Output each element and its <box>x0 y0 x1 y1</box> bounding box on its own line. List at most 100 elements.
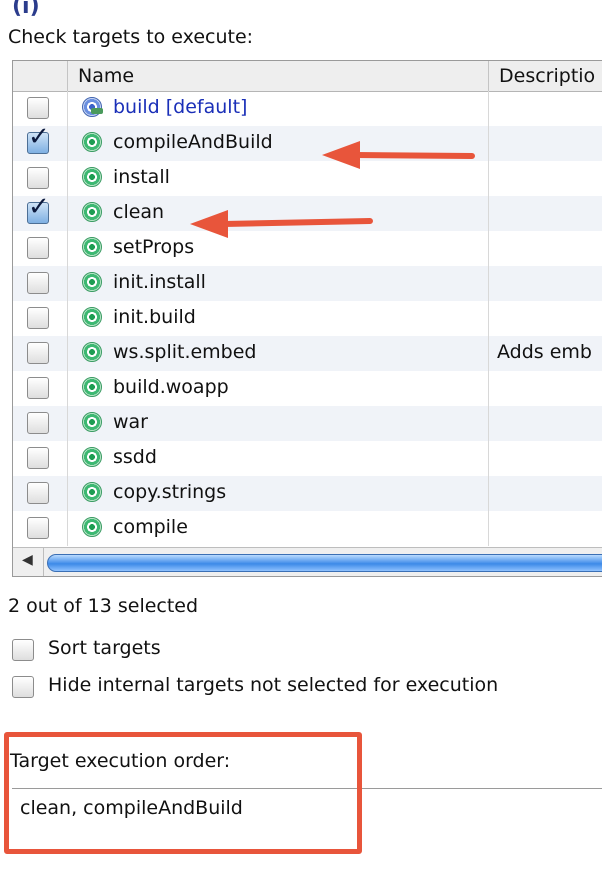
column-header-name-label: Name <box>78 65 135 87</box>
scroll-thumb[interactable] <box>47 554 602 572</box>
hide-internal-checkbox[interactable] <box>12 676 34 698</box>
target-name-cell: ssdd <box>68 441 489 476</box>
target-checkbox[interactable] <box>27 167 49 189</box>
target-description-cell <box>489 91 602 126</box>
target-check-cell <box>13 476 68 511</box>
target-name-cell: compile <box>68 511 489 546</box>
target-description-cell: Adds emb <box>489 336 602 371</box>
target-icon <box>82 447 102 467</box>
target-name-cell: copy.strings <box>68 476 489 511</box>
target-checkbox[interactable] <box>27 307 49 329</box>
target-name: war <box>113 411 148 433</box>
target-icon <box>82 517 102 537</box>
target-checkbox[interactable] <box>27 342 49 364</box>
scroll-left-button[interactable]: ◀ <box>13 548 44 576</box>
target-name-cell: init.install <box>68 266 489 301</box>
target-description-cell <box>489 406 602 441</box>
target-description-cell <box>489 511 602 546</box>
target-name-cell: build [default] <box>68 91 489 126</box>
target-row[interactable]: build.woapp <box>13 371 602 406</box>
target-checkbox[interactable] <box>27 377 49 399</box>
target-checkbox[interactable] <box>27 272 49 294</box>
target-check-cell <box>13 301 68 336</box>
annotation-arrow-clean <box>190 210 373 238</box>
target-name: compileAndBuild <box>113 131 273 153</box>
target-name: ws.split.embed <box>113 341 257 363</box>
target-description-cell <box>489 301 602 336</box>
target-checkbox[interactable] <box>27 412 49 434</box>
target-name-cell: build.woapp <box>68 371 489 406</box>
target-check-cell <box>13 511 68 546</box>
target-icon <box>82 237 102 257</box>
target-checkbox[interactable] <box>27 97 49 119</box>
target-description-cell <box>489 196 602 231</box>
target-name: build [default] <box>113 96 248 118</box>
target-name-cell: init.build <box>68 301 489 336</box>
target-name: init.install <box>113 271 206 293</box>
target-icon <box>82 167 102 187</box>
target-checkbox[interactable] <box>27 517 49 539</box>
target-row[interactable]: build [default] <box>13 91 602 126</box>
target-check-cell <box>13 266 68 301</box>
target-check-cell <box>13 371 68 406</box>
target-name: build.woapp <box>113 376 229 398</box>
target-check-cell <box>13 336 68 371</box>
target-row[interactable]: compile <box>13 511 602 546</box>
target-check-cell <box>13 161 68 196</box>
target-name: compile <box>113 516 188 538</box>
target-rows: build [default] ✓ compileAndBuild install ✓ c… <box>13 91 602 546</box>
target-name-cell: ws.split.embed <box>68 336 489 371</box>
target-description: Adds emb <box>497 341 592 363</box>
target-row[interactable]: install <box>13 161 602 196</box>
heading: Check targets to execute: <box>8 26 254 48</box>
target-check-cell <box>13 91 68 126</box>
default-target-icon <box>82 97 103 117</box>
target-row[interactable]: init.build <box>13 301 602 336</box>
target-icon <box>82 132 102 152</box>
target-row[interactable]: copy.strings <box>13 476 602 511</box>
target-checkbox[interactable] <box>27 482 49 504</box>
target-description-cell <box>489 231 602 266</box>
hide-internal-label: Hide internal targets not selected for e… <box>48 674 499 696</box>
target-icon <box>82 342 102 362</box>
target-row[interactable]: ws.split.embed Adds emb <box>13 336 602 371</box>
target-check-cell: ✓ <box>13 194 68 231</box>
targets-table: Name Descriptio build [default] ✓ compileA… <box>12 60 602 577</box>
horizontal-scrollbar[interactable]: ◀ <box>13 547 602 576</box>
target-icon <box>82 412 102 432</box>
scroll-left-arrow-icon: ◀ <box>22 552 33 568</box>
target-description-cell <box>489 161 602 196</box>
sort-targets-checkbox[interactable] <box>12 639 34 661</box>
target-description-cell <box>489 441 602 476</box>
target-description-cell <box>489 476 602 511</box>
column-header-check[interactable] <box>13 61 68 91</box>
sort-targets-label: Sort targets <box>48 637 161 659</box>
checkmark-icon: ✓ <box>28 192 50 222</box>
column-header-description[interactable]: Descriptio <box>489 61 602 91</box>
annotation-arrow-compileandbuild <box>322 141 475 169</box>
table-header: Name Descriptio <box>13 61 602 92</box>
target-name: ssdd <box>113 446 157 468</box>
target-name: init.build <box>113 306 196 328</box>
target-checkbox[interactable] <box>27 447 49 469</box>
target-name: install <box>113 166 170 188</box>
target-description-cell <box>489 266 602 301</box>
target-description-cell <box>489 371 602 406</box>
checkmark-icon: ✓ <box>28 122 50 152</box>
target-name: setProps <box>113 236 195 258</box>
target-icon <box>82 377 102 397</box>
target-description-cell <box>489 126 602 161</box>
target-name-cell: war <box>68 406 489 441</box>
target-icon <box>82 272 102 292</box>
target-check-cell <box>13 441 68 476</box>
target-checkbox[interactable] <box>27 237 49 259</box>
target-icon <box>82 307 102 327</box>
target-row[interactable]: init.install <box>13 266 602 301</box>
target-row[interactable]: war <box>13 406 602 441</box>
selection-count: 2 out of 13 selected <box>8 595 199 617</box>
column-header-name[interactable]: Name <box>68 61 489 91</box>
target-checkbox[interactable]: ✓ <box>27 124 50 154</box>
target-checkbox[interactable]: ✓ <box>27 194 50 224</box>
target-row[interactable]: ✓ compileAndBuild <box>13 124 602 161</box>
target-row[interactable]: ssdd <box>13 441 602 476</box>
